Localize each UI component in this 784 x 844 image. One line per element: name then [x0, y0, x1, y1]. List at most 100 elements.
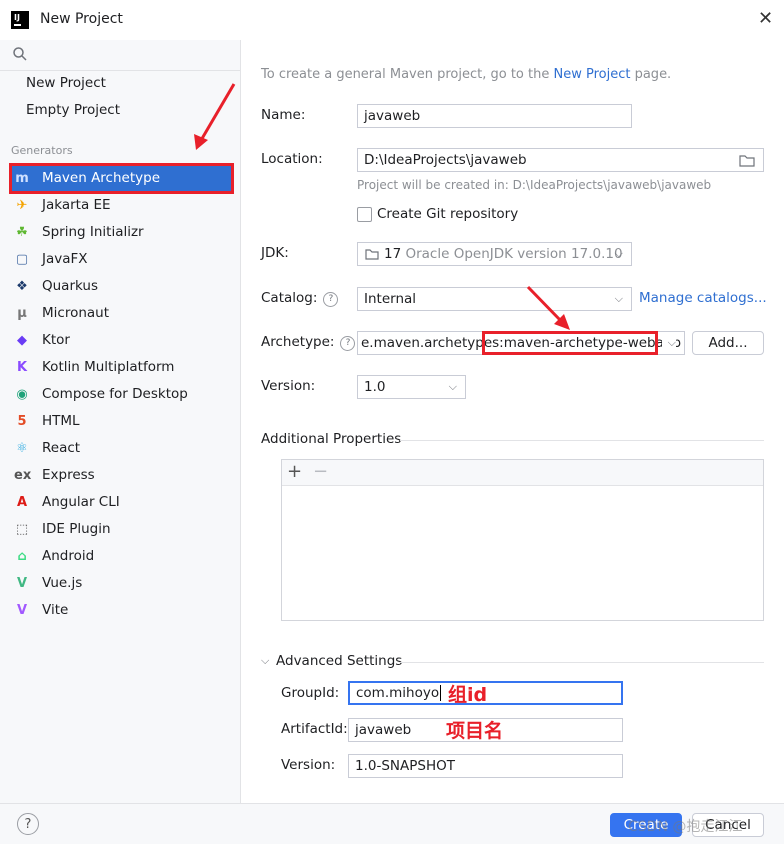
compose-icon: ◉: [16, 387, 28, 402]
sidebar-item-label: Vite: [42, 602, 69, 618]
sidebar-item-label: Micronaut: [42, 305, 110, 321]
divider: [400, 440, 764, 441]
groupid-label: GroupId:: [281, 685, 340, 701]
sidebar-item-compose-for-desktop[interactable]: ◉ Compose for Desktop: [12, 382, 231, 407]
sidebar-item-kotlin-multiplatform[interactable]: K Kotlin Multiplatform: [12, 355, 231, 380]
chevron-down-icon: ⌵: [448, 380, 457, 393]
properties-table[interactable]: + −: [281, 459, 764, 621]
sidebar-item-spring-initializr[interactable]: ☘ Spring Initializr: [12, 220, 231, 245]
intellij-app-icon: IJ: [11, 11, 29, 29]
location-input[interactable]: D:\IdeaProjects\javaweb: [357, 148, 764, 172]
title-bar: IJ New Project ✕: [0, 0, 784, 40]
vue-icon: V: [16, 576, 28, 591]
jdk-version: 17: [384, 246, 402, 262]
sidebar-item-label: Maven Archetype: [42, 170, 160, 186]
artifactid-annotation: 项目名: [446, 720, 504, 742]
name-input[interactable]: javaweb: [357, 104, 632, 128]
name-label: Name:: [261, 107, 306, 123]
plugin-icon: ⬚: [15, 522, 29, 537]
chevron-down-icon[interactable]: ⌵: [261, 654, 269, 668]
intro-prefix: To create a general Maven project, go to…: [261, 67, 550, 82]
intro-suffix: page.: [634, 67, 672, 82]
folder-icon[interactable]: [739, 154, 755, 167]
sidebar-item-html[interactable]: 5 HTML: [12, 409, 231, 434]
new-project-link[interactable]: New Project: [553, 67, 630, 82]
sidebar-item-vue-js[interactable]: V Vue.js: [12, 571, 231, 596]
chevron-down-icon: ⌵: [661, 332, 676, 354]
sidebar-item-javafx[interactable]: ▢ JavaFX: [12, 247, 231, 272]
archetype-label-text: Archetype:: [261, 334, 335, 350]
maven-icon: m: [15, 171, 29, 186]
manage-catalogs-link[interactable]: Manage catalogs...: [639, 290, 767, 306]
sidebar-search[interactable]: [0, 40, 240, 71]
catalog-value: Internal: [364, 291, 417, 307]
quarkus-icon: ❖: [16, 279, 28, 294]
add-archetype-button[interactable]: Add...: [692, 331, 764, 355]
vite-icon: V: [16, 603, 28, 618]
remove-icon[interactable]: −: [313, 461, 328, 482]
javafx-icon: ▢: [15, 252, 29, 267]
android-icon: ⌂: [17, 549, 27, 564]
help-button[interactable]: ?: [17, 813, 39, 835]
express-icon: ex: [14, 468, 32, 483]
sidebar-item-ktor[interactable]: ◆ Ktor: [12, 328, 231, 353]
artifactid-label: ArtifactId:: [281, 721, 348, 737]
folder-icon: [365, 249, 379, 260]
generators-section-label: Generators: [11, 144, 73, 157]
sidebar-item-quarkus[interactable]: ❖ Quarkus: [12, 274, 231, 299]
react-icon: ⚛: [16, 441, 28, 456]
close-icon[interactable]: ✕: [758, 8, 773, 29]
archetype-label: Archetype:?: [261, 334, 356, 351]
kotlin-icon: K: [16, 360, 28, 375]
sidebar-item-label: Kotlin Multiplatform: [42, 359, 175, 375]
sidebar-item-label: Vue.js: [42, 575, 83, 591]
adv-version-label: Version:: [281, 757, 336, 773]
sidebar-item-micronaut[interactable]: μ Micronaut: [12, 301, 231, 326]
sidebar-item-jakarta-ee[interactable]: ✈ Jakarta EE: [12, 193, 231, 218]
adv-version-input[interactable]: 1.0-SNAPSHOT: [348, 754, 623, 778]
sidebar-item-react[interactable]: ⚛ React: [12, 436, 231, 461]
sidebar-item-label: JavaFX: [42, 251, 88, 267]
sidebar-item-android[interactable]: ⌂ Android: [12, 544, 231, 569]
sidebar-item-label: Ktor: [42, 332, 70, 348]
jdk-name: Oracle OpenJDK version 17.0.10: [405, 246, 623, 262]
sidebar-item-label: Compose for Desktop: [42, 386, 188, 402]
catalog-label: Catalog:?: [261, 290, 339, 307]
additional-properties-title: Additional Properties: [261, 431, 402, 447]
sidebar-item-label: Quarkus: [42, 278, 98, 294]
archetype-highlight-box: [482, 331, 658, 355]
add-icon[interactable]: +: [287, 461, 302, 482]
git-checkbox[interactable]: [357, 207, 372, 222]
annotation-arrow: [526, 285, 570, 330]
version-value: 1.0: [364, 379, 386, 395]
groupid-annotation: 组id: [448, 684, 488, 706]
version-select[interactable]: 1.0 ⌵: [357, 375, 466, 399]
sidebar-item-label: Express: [42, 467, 95, 483]
sidebar-item-label: New Project: [26, 75, 106, 91]
version-label: Version:: [261, 378, 316, 394]
sidebar-item-ide-plugin[interactable]: ⬚ IDE Plugin: [12, 517, 231, 542]
chevron-down-icon: ⌵: [614, 247, 623, 260]
sidebar-item-maven-archetype[interactable]: m Maven Archetype: [9, 163, 234, 194]
git-checkbox-label: Create Git repository: [377, 206, 519, 222]
sidebar-item-label: HTML: [42, 413, 80, 429]
intro-text: To create a general Maven project, go to…: [261, 67, 671, 82]
jdk-label: JDK:: [261, 245, 289, 261]
ktor-icon: ◆: [17, 333, 27, 348]
sidebar-item-express[interactable]: ex Express: [12, 463, 231, 488]
html-icon: 5: [17, 414, 27, 429]
sidebar-item-angular-cli[interactable]: A Angular CLI: [12, 490, 231, 515]
jdk-select[interactable]: 17 Oracle OpenJDK version 17.0.10 ⌵: [357, 242, 632, 266]
watermark: CSDN @抱走江江: [628, 819, 743, 835]
sidebar-item-vite[interactable]: V Vite: [12, 598, 231, 623]
advanced-settings-title[interactable]: Advanced Settings: [276, 653, 402, 669]
sidebar-item-label: React: [42, 440, 81, 456]
catalog-select[interactable]: Internal ⌵: [357, 287, 632, 311]
help-icon[interactable]: ?: [323, 292, 339, 307]
chevron-down-icon: ⌵: [614, 292, 623, 305]
help-icon[interactable]: ?: [340, 336, 356, 351]
sidebar-item-label: Jakarta EE: [42, 197, 111, 213]
divider: [400, 662, 764, 663]
jakarta-icon: ✈: [16, 198, 28, 213]
search-icon: [13, 47, 27, 61]
